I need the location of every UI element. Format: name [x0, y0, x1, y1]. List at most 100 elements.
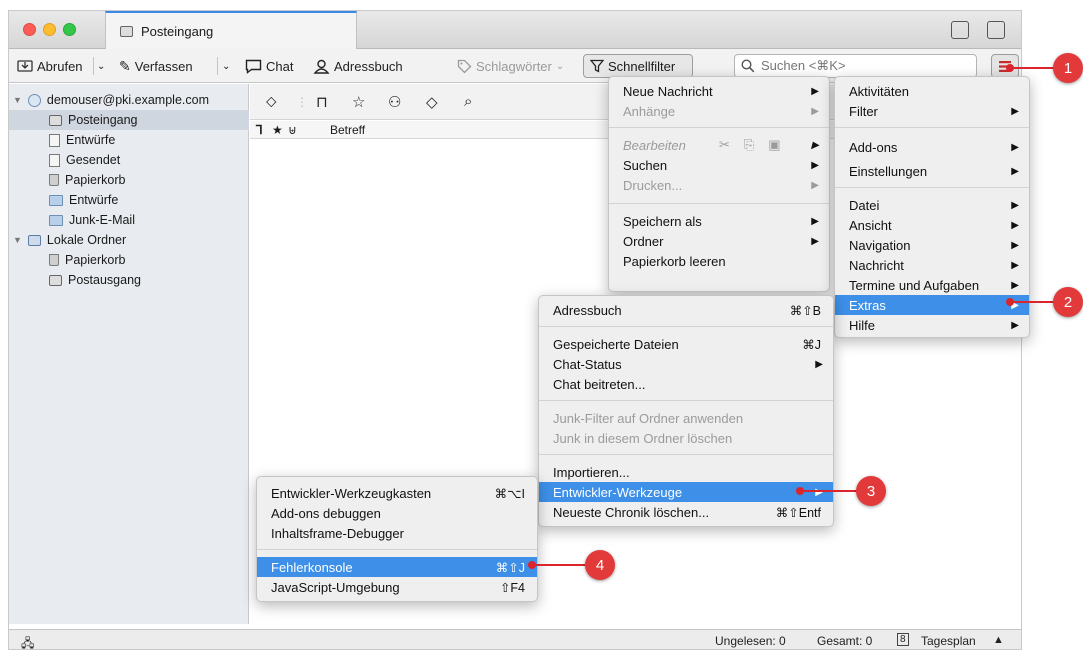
get-messages-button[interactable]: Abrufen: [17, 57, 83, 75]
submenu-arrow-icon: ▶: [1011, 239, 1019, 251]
menu-item-attachments[interactable]: Anhänge ▶: [609, 101, 829, 121]
menu-item-navigation[interactable]: Navigation ▶: [835, 235, 1029, 255]
menu-item-settings[interactable]: Einstellungen ▶: [835, 161, 1029, 181]
search-placeholder: Suchen <⌘K>: [761, 58, 846, 73]
menu-item-addon-debug[interactable]: Add-ons debuggen: [257, 503, 537, 523]
online-status-icon[interactable]: 🖧: [21, 634, 34, 649]
subject-column[interactable]: Betreff: [330, 123, 365, 137]
chat-button[interactable]: Chat: [245, 57, 293, 75]
tag-icon[interactable]: ◇: [426, 93, 438, 111]
menu-item-folder[interactable]: Ordner ▶: [609, 231, 829, 251]
menu-item-empty-trash[interactable]: Papierkorb leeren: [609, 251, 829, 271]
minimize-window-button[interactable]: [43, 23, 56, 36]
folder-item[interactable]: Gesendet: [49, 150, 120, 170]
star-column-icon[interactable]: ★: [272, 123, 283, 137]
calendar-icon[interactable]: [951, 21, 969, 39]
folder-item[interactable]: Papierkorb: [49, 250, 125, 270]
menu-item-junk-delete[interactable]: Junk in diesem Ordner löschen: [539, 428, 833, 448]
menu-item-addons[interactable]: Add-ons ▶: [835, 137, 1029, 157]
menu-item-new-message[interactable]: Neue Nachricht ▶: [609, 81, 829, 101]
menu-item-save-as[interactable]: Speichern als ▶: [609, 211, 829, 231]
quickfilter-button[interactable]: Schnellfilter: [583, 54, 693, 78]
devtools-submenu: Entwickler-Werkzeugkasten ⌘⌥I Add-ons deb…: [256, 476, 538, 602]
calendar-day-icon: 8: [897, 633, 909, 646]
menu-item-filter[interactable]: Filter ▶: [835, 101, 1029, 121]
get-messages-dropdown[interactable]: ⌄: [97, 57, 105, 75]
download-icon: [17, 60, 33, 72]
menu-item-join-chat[interactable]: Chat beitreten...: [539, 374, 833, 394]
folder-item[interactable]: Entwürfe: [49, 190, 118, 210]
app-menu-button[interactable]: [991, 54, 1019, 78]
folder-icon: [49, 214, 63, 226]
menu-item-import[interactable]: Importieren...: [539, 462, 833, 482]
menu-item-message[interactable]: Nachricht ▶: [835, 255, 1029, 275]
menu-item-help[interactable]: Hilfe ▶: [835, 315, 1029, 335]
callout-2-badge: 2: [1053, 287, 1083, 317]
quickfilter-label: Schnellfilter: [608, 58, 676, 74]
local-folders-row[interactable]: ▼ Lokale Ordner: [13, 230, 126, 250]
tasks-icon[interactable]: [987, 21, 1005, 39]
folder-item[interactable]: Papierkorb: [49, 170, 125, 190]
unread-count: Ungelesen: 0: [715, 634, 786, 648]
toolbar-divider: [217, 57, 218, 75]
submenu-arrow-icon: ▶: [1011, 319, 1019, 331]
bookmark-icon[interactable]: ⊓: [316, 93, 328, 111]
menu-item-frame-debug[interactable]: Inhaltsframe-Debugger: [257, 523, 537, 543]
thread-column-icon[interactable]: ⅂: [256, 123, 263, 137]
callout-4-line: [534, 564, 590, 566]
expand-triangle-icon: ▼: [13, 95, 22, 105]
folder-label: Papierkorb: [65, 253, 126, 267]
chevron-up-icon[interactable]: ▲: [993, 634, 1004, 646]
menu-item-chat-status[interactable]: Chat-Status ▶: [539, 354, 833, 374]
folder-item[interactable]: Postausgang: [49, 270, 141, 290]
folder-pane: ▼ demouser@pki.example.com Posteingang E…: [9, 84, 249, 624]
account-row[interactable]: ▼ demouser@pki.example.com: [13, 90, 209, 110]
menu-item-label: Ansicht: [849, 217, 892, 233]
menu-item-file[interactable]: Datei ▶: [835, 195, 1029, 215]
folder-item[interactable]: Posteingang: [9, 110, 249, 130]
maximize-window-button[interactable]: [63, 23, 76, 36]
menu-item-devtools[interactable]: Entwickler-Werkzeuge ▶: [539, 482, 833, 502]
attachment-icon[interactable]: ⌕: [464, 93, 472, 110]
folder-label: Junk-E-Mail: [69, 213, 135, 227]
menu-item-label: Entwickler-Werkzeugkasten: [271, 485, 432, 501]
menu-item-label: Extras: [849, 297, 886, 313]
submenu-arrow-icon: ▶: [1011, 259, 1019, 271]
attachment-column-icon[interactable]: ⊎: [288, 123, 297, 137]
tab-title: Posteingang: [141, 23, 214, 39]
sent-icon: [49, 153, 60, 167]
menu-item-error-console[interactable]: Fehlerkonsole ⌘⇧J: [257, 557, 537, 577]
menu-item-tasks[interactable]: Termine und Aufgaben ▶: [835, 275, 1029, 295]
menu-item-extras[interactable]: Extras ▶: [835, 295, 1029, 315]
menu-item-js-env[interactable]: JavaScript-Umgebung ⇧F4: [257, 577, 537, 597]
menu-item-edit[interactable]: Bearbeiten ✂⎘▣ ▶: [609, 135, 829, 155]
folder-item[interactable]: Entwürfe: [49, 130, 115, 150]
menu-item-search[interactable]: Suchen ▶: [609, 155, 829, 175]
star-icon[interactable]: ☆: [352, 93, 365, 111]
menu-item-activities[interactable]: Aktivitäten: [835, 81, 1029, 101]
folder-label: Gesendet: [66, 153, 121, 167]
addressbook-button[interactable]: Adressbuch: [313, 57, 403, 75]
thread-toggle-icon[interactable]: ⬦: [266, 93, 277, 110]
callout-3-line: [802, 490, 860, 492]
dayplan-toggle[interactable]: Tagesplan: [921, 634, 976, 648]
menu-item-addressbook[interactable]: Adressbuch ⌘⇧B: [539, 300, 833, 320]
search-input[interactable]: Suchen <⌘K>: [734, 54, 977, 78]
tag-icon: [457, 59, 472, 73]
trash-icon: [49, 174, 59, 186]
close-window-button[interactable]: [23, 23, 36, 36]
contact-icon[interactable]: ⚇: [388, 93, 401, 111]
write-dropdown[interactable]: ⌄: [222, 57, 230, 75]
menu-item-junk-apply[interactable]: Junk-Filter auf Ordner anwenden: [539, 408, 833, 428]
write-button[interactable]: ✎ Verfassen: [119, 57, 193, 75]
menu-item-view[interactable]: Ansicht ▶: [835, 215, 1029, 235]
menu-item-toolbox[interactable]: Entwickler-Werkzeugkasten ⌘⌥I: [257, 483, 537, 503]
menu-item-clear-history[interactable]: Neueste Chronik löschen... ⌘⇧Entf: [539, 502, 833, 522]
menu-separator: [835, 187, 1029, 188]
folder-item[interactable]: Junk-E-Mail: [49, 210, 135, 230]
menu-item-label: Aktivitäten: [849, 83, 909, 99]
menu-item-saved-files[interactable]: Gespeicherte Dateien ⌘J: [539, 334, 833, 354]
tab-inbox[interactable]: Posteingang: [105, 11, 357, 49]
menu-item-print[interactable]: Drucken... ▶: [609, 175, 829, 195]
tags-button[interactable]: Schlagwörter ⌄: [457, 57, 564, 75]
